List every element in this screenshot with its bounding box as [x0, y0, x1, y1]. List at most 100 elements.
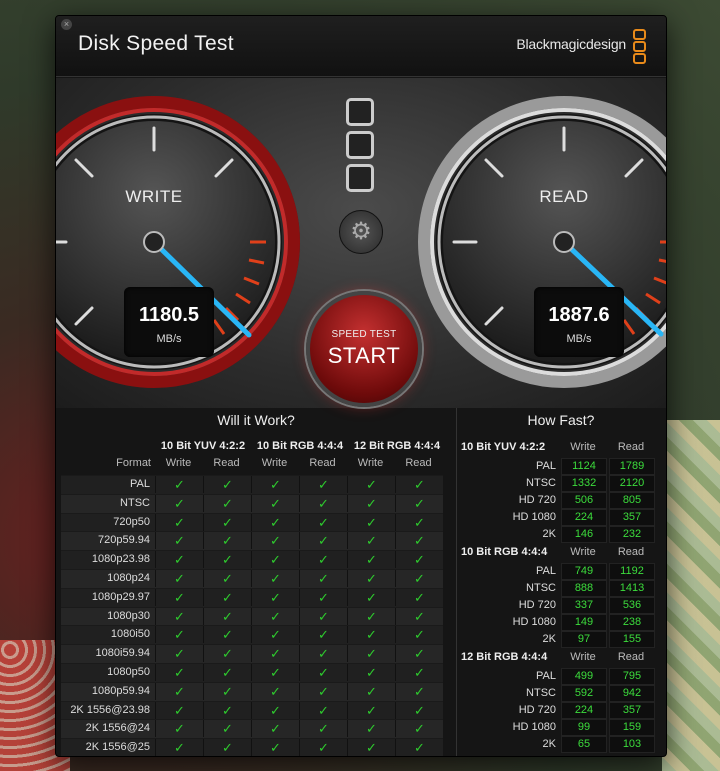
- check-icon: ✓: [299, 663, 347, 681]
- write-fps-value: 1124: [561, 458, 607, 475]
- section-divider: [456, 408, 457, 756]
- speed-row: HD 1080 149 238: [461, 614, 655, 631]
- read-column-header: Read: [617, 441, 645, 453]
- read-fps-value: 795: [609, 668, 655, 685]
- check-icon: ✓: [203, 476, 251, 493]
- start-button-caption: SPEED TEST: [331, 329, 397, 340]
- check-icon: ✓: [347, 551, 395, 569]
- check-icon: ✓: [203, 551, 251, 569]
- speed-format-label: NTSC: [526, 582, 556, 594]
- write-fps-value: 499: [561, 668, 607, 685]
- check-icon: ✓: [347, 607, 395, 625]
- check-icon: ✓: [395, 494, 443, 512]
- check-icon: ✓: [395, 701, 443, 719]
- format-group-header: 10 Bit RGB 4:4:4: [256, 440, 344, 452]
- write-fps-value: 97: [561, 631, 607, 648]
- close-button[interactable]: ×: [61, 19, 72, 30]
- check-icon: ✓: [203, 701, 251, 719]
- format-column-header: Format: [116, 457, 151, 469]
- settings-button[interactable]: ⚙: [339, 210, 383, 254]
- check-icon: ✓: [347, 682, 395, 700]
- check-icon: ✓: [299, 645, 347, 663]
- speed-row: HD 720 506 805: [461, 492, 655, 509]
- check-icon: ✓: [155, 663, 203, 681]
- speed-format-label: HD 720: [518, 494, 556, 506]
- background-fabric-right: [662, 420, 720, 771]
- title-bar: × Disk Speed Test Blackmagicdesign: [56, 16, 666, 77]
- write-read-subheader: Write: [261, 457, 288, 469]
- speed-group-header: 10 Bit RGB 4:4:4: [461, 546, 548, 558]
- speed-format-label: 2K: [542, 633, 556, 645]
- check-icon: ✓: [347, 663, 395, 681]
- write-fps-value: 592: [561, 685, 607, 702]
- table-row: 1080p29.97 ✓ ✓ ✓ ✓ ✓ ✓: [61, 587, 443, 607]
- table-row: 2K 1556@24 ✓ ✓ ✓ ✓ ✓ ✓: [61, 719, 443, 739]
- speed-row: HD 720 224 357: [461, 702, 655, 719]
- check-icon: ✓: [203, 720, 251, 738]
- table-row: PAL ✓ ✓ ✓ ✓ ✓ ✓: [61, 475, 443, 494]
- check-icon: ✓: [251, 532, 299, 550]
- read-readout: 1887.6 MB/s: [534, 287, 624, 357]
- speed-row: NTSC 1332 2120: [461, 475, 655, 492]
- speed-format-label: 2K: [542, 528, 556, 540]
- check-icon: ✓: [251, 588, 299, 606]
- read-speed-unit: MB/s: [566, 333, 592, 345]
- check-icon: ✓: [395, 720, 443, 738]
- read-fps-value: 232: [609, 526, 655, 543]
- check-icon: ✓: [155, 682, 203, 700]
- check-icon: ✓: [155, 626, 203, 644]
- write-column-header: Write: [570, 546, 596, 558]
- check-icon: ✓: [251, 607, 299, 625]
- check-icon: ✓: [395, 682, 443, 700]
- write-fps-value: 224: [561, 509, 607, 526]
- disk-speed-test-window: × Disk Speed Test Blackmagicdesign WRITE…: [55, 15, 667, 757]
- read-fps-value: 942: [609, 685, 655, 702]
- read-fps-value: 536: [609, 597, 655, 614]
- write-speed-value: 1180.5: [138, 304, 200, 326]
- start-button[interactable]: SPEED TEST START: [306, 291, 422, 407]
- check-icon: ✓: [347, 720, 395, 738]
- write-speed-unit: MB/s: [156, 333, 182, 345]
- gauge-panel: WRITE 1180.5 MB/s READ 1887.6 MB/s ⚙ SPE…: [56, 78, 666, 408]
- write-fps-value: 749: [561, 563, 607, 580]
- format-label: 1080p29.97: [91, 590, 150, 603]
- table-row: 1080p23.98 ✓ ✓ ✓ ✓ ✓ ✓: [61, 550, 443, 569]
- check-icon: ✓: [347, 739, 395, 756]
- check-icon: ✓: [251, 513, 299, 531]
- check-icon: ✓: [251, 551, 299, 569]
- check-icon: ✓: [251, 663, 299, 681]
- read-fps-value: 155: [609, 631, 655, 648]
- check-icon: ✓: [155, 607, 203, 625]
- write-fps-value: 506: [561, 492, 607, 509]
- format-label: 1080p24: [107, 571, 150, 584]
- check-icon: ✓: [203, 588, 251, 606]
- write-fps-value: 888: [561, 580, 607, 597]
- check-icon: ✓: [155, 720, 203, 738]
- check-icon: ✓: [395, 532, 443, 550]
- speed-format-label: HD 720: [518, 599, 556, 611]
- write-column-header: Write: [570, 441, 596, 453]
- write-fps-value: 149: [561, 614, 607, 631]
- format-label: 720p50: [113, 515, 150, 528]
- write-fps-value: 1332: [561, 475, 607, 492]
- read-speed-value: 1887.6: [548, 304, 610, 326]
- speed-group-header: 10 Bit YUV 4:2:2: [461, 441, 546, 453]
- format-label: 2K 1556@25: [85, 741, 150, 754]
- read-column-header: Read: [617, 651, 645, 663]
- speed-row: PAL 499 795: [461, 668, 655, 685]
- start-button-label: START: [327, 343, 401, 368]
- blackmagic-emblem-icon: [346, 98, 374, 197]
- read-fps-value: 357: [609, 702, 655, 719]
- check-icon: ✓: [203, 494, 251, 512]
- check-icon: ✓: [299, 494, 347, 512]
- check-icon: ✓: [251, 682, 299, 700]
- table-row: NTSC ✓ ✓ ✓ ✓ ✓ ✓: [61, 493, 443, 513]
- check-icon: ✓: [299, 513, 347, 531]
- check-icon: ✓: [155, 551, 203, 569]
- check-icon: ✓: [347, 532, 395, 550]
- check-icon: ✓: [347, 701, 395, 719]
- will-it-work-title: Will it Work?: [217, 412, 295, 428]
- read-column-header: Read: [617, 546, 645, 558]
- table-row: 1080i50 ✓ ✓ ✓ ✓ ✓ ✓: [61, 625, 443, 645]
- write-gauge: WRITE 1180.5 MB/s: [56, 92, 304, 392]
